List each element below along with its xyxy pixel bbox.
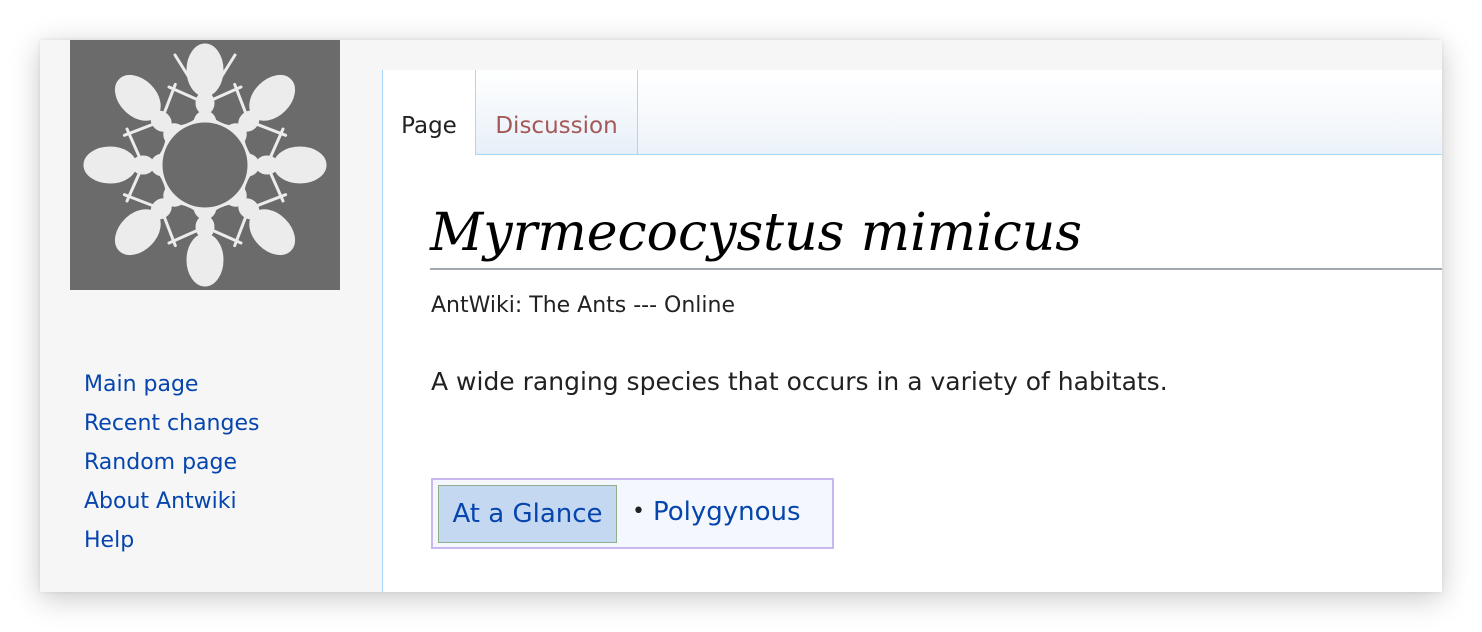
polygynous-link[interactable]: Polygynous	[653, 494, 801, 530]
site-tagline: AntWiki: The Ants --- Online	[431, 293, 736, 318]
page-tabs: Page Discussion	[382, 70, 1442, 156]
sidebar-item-main-page[interactable]: Main page	[84, 365, 259, 404]
page-title: Myrmecocystus mimicus	[430, 200, 1442, 270]
logo-graphic	[83, 43, 327, 287]
browser-window: Main page Recent changes Random page Abo…	[40, 40, 1442, 592]
sidebar-item-about-antwiki[interactable]: About Antwiki	[84, 482, 259, 521]
sidebar-navigation: Main page Recent changes Random page Abo…	[84, 365, 259, 560]
ant-wheel-logo-icon[interactable]	[70, 40, 340, 290]
sidebar-item-help[interactable]: Help	[84, 521, 259, 560]
bullet-icon: •	[632, 499, 645, 524]
at-a-glance-box: At a Glance • Polygynous	[431, 478, 834, 549]
sidebar-item-recent-changes[interactable]: Recent changes	[84, 404, 259, 443]
article-summary: A wide ranging species that occurs in a …	[431, 367, 1168, 396]
tab-page[interactable]: Page	[383, 70, 475, 156]
tab-discussion[interactable]: Discussion	[475, 70, 638, 154]
at-a-glance-link[interactable]: At a Glance	[438, 485, 617, 543]
sidebar-item-random-page[interactable]: Random page	[84, 443, 259, 482]
